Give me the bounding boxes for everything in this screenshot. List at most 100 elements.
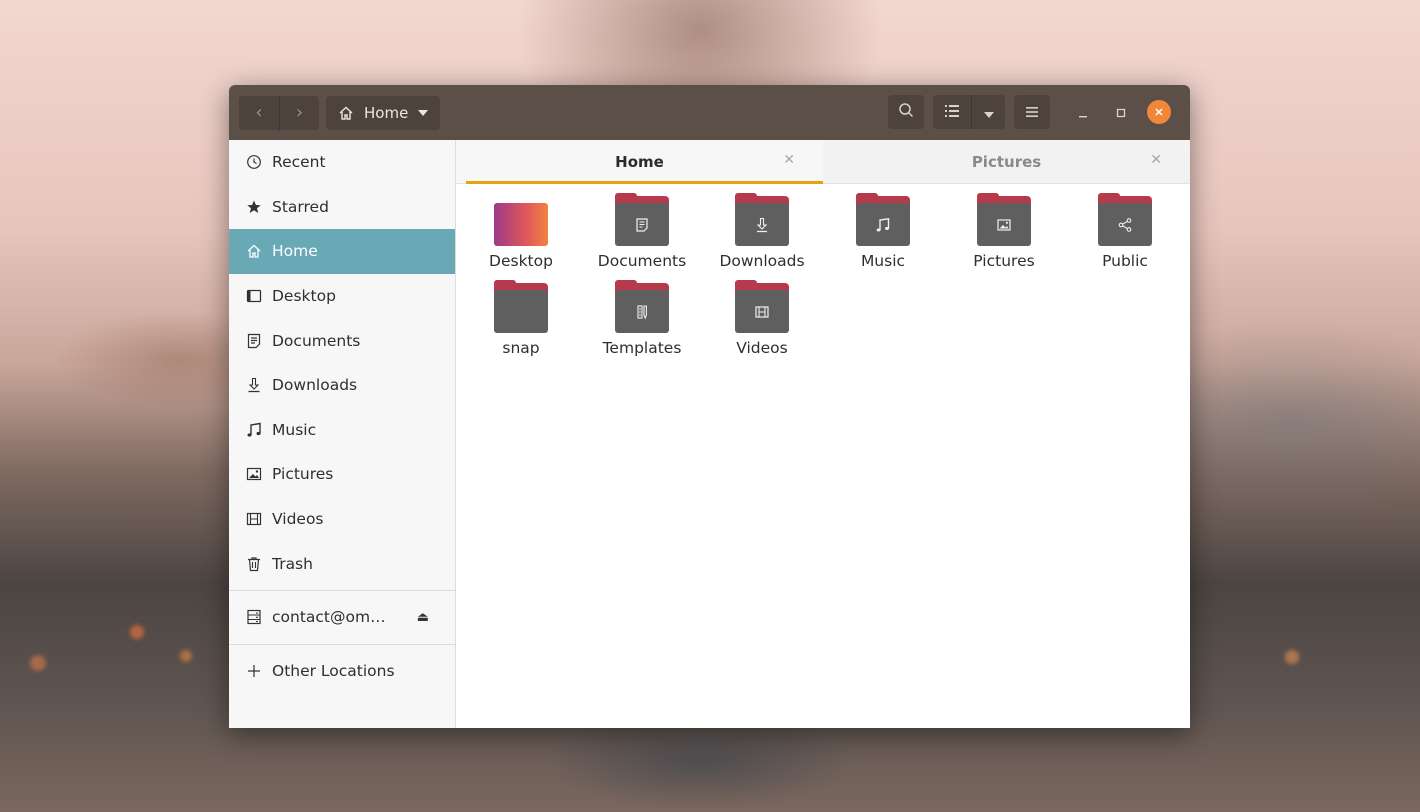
clock-icon — [245, 153, 263, 171]
file-label: Templates — [602, 339, 682, 357]
file-grid: Desktop Documents Downloads Music Pictur… — [456, 184, 1190, 357]
tab-bar: Home ✕ Pictures ✕ — [456, 140, 1190, 184]
maximize-button[interactable] — [1102, 95, 1140, 129]
sidebar-item-label: Starred — [272, 197, 329, 216]
sidebar-item-label: Other Locations — [272, 661, 395, 680]
sidebar-item-label: Home — [272, 242, 318, 261]
sidebar-item-label: contact@om… — [272, 608, 386, 627]
document-icon — [245, 332, 263, 350]
bokeh-light — [30, 655, 46, 671]
file-item-snap[interactable]: snap — [466, 280, 576, 357]
search-button[interactable] — [888, 95, 924, 129]
bokeh-light — [130, 625, 144, 639]
caret-down-icon — [418, 109, 429, 116]
search-icon — [898, 102, 914, 122]
file-label: Music — [860, 252, 906, 270]
sidebar-item-label: Trash — [272, 554, 313, 573]
tab-label: Pictures — [971, 152, 1042, 171]
file-item-templates[interactable]: Templates — [587, 280, 697, 357]
file-item-desktop[interactable]: Desktop — [466, 196, 576, 270]
list-view-button[interactable] — [933, 95, 971, 129]
sidebar-item-other-locations[interactable]: Other Locations — [229, 649, 455, 694]
sidebar-item-label: Music — [272, 420, 317, 439]
file-item-pictures[interactable]: Pictures — [949, 193, 1059, 270]
file-item-downloads[interactable]: Downloads — [707, 193, 817, 270]
download-icon — [245, 376, 263, 394]
caret-down-icon — [983, 103, 994, 122]
maximize-icon — [1116, 103, 1126, 122]
close-icon — [1147, 100, 1171, 124]
sidebar-item-recent[interactable]: Recent — [229, 140, 455, 185]
file-item-videos[interactable]: Videos — [707, 280, 817, 357]
tab-label: Home — [615, 152, 664, 171]
video-icon — [245, 510, 263, 528]
file-item-public[interactable]: Public — [1070, 193, 1180, 270]
sidebar-item-desktop[interactable]: Desktop — [229, 274, 455, 319]
minimize-button[interactable] — [1064, 95, 1102, 129]
file-label: snap — [502, 339, 540, 357]
download-icon — [735, 193, 789, 246]
sidebar-item-home[interactable]: Home — [229, 229, 455, 274]
file-label: Documents — [597, 252, 687, 270]
sidebar-item-videos[interactable]: Videos — [229, 497, 455, 542]
sidebar-separator — [229, 589, 455, 591]
bokeh-light — [1285, 650, 1299, 664]
sidebar-item-trash[interactable]: Trash — [229, 541, 455, 586]
sidebar-item-music[interactable]: Music — [229, 408, 455, 453]
chevron-left-icon: ‹ — [255, 102, 263, 123]
home-icon — [338, 105, 354, 121]
toolbar-right — [888, 95, 1178, 129]
picture-icon — [977, 193, 1031, 246]
music-icon — [245, 421, 263, 439]
file-item-music[interactable]: Music — [828, 193, 938, 270]
sidebar-item-downloads[interactable]: Downloads — [229, 363, 455, 408]
music-icon — [856, 193, 910, 246]
forward-button[interactable]: › — [279, 95, 319, 130]
sidebar-item-starred[interactable]: Starred — [229, 185, 455, 230]
close-button[interactable] — [1140, 95, 1178, 129]
tab-pictures[interactable]: Pictures ✕ — [823, 140, 1190, 183]
server-icon — [245, 608, 263, 626]
back-button[interactable]: ‹ — [239, 96, 279, 130]
sidebar-item-label: Pictures — [272, 465, 334, 484]
sidebar-item-pictures[interactable]: Pictures — [229, 452, 455, 497]
folder-icon — [494, 280, 548, 333]
file-label: Videos — [736, 339, 788, 357]
desktop-icon — [245, 287, 263, 305]
list-icon — [944, 103, 960, 122]
sidebar-item-network-drive[interactable]: contact@om… ⏏ — [229, 595, 455, 640]
path-bar-home-button[interactable]: Home — [326, 95, 441, 130]
sidebar-item-label: Recent — [272, 153, 326, 172]
sidebar-item-documents[interactable]: Documents — [229, 318, 455, 363]
view-options-button[interactable] — [971, 95, 1005, 129]
close-tab-icon[interactable]: ✕ — [783, 152, 795, 168]
file-item-documents[interactable]: Documents — [587, 193, 697, 270]
close-tab-icon[interactable]: ✕ — [1150, 152, 1162, 168]
document-icon — [615, 193, 669, 246]
video-icon — [735, 280, 789, 333]
content-area: Home ✕ Pictures ✕ Desktop Documents Down… — [456, 140, 1190, 728]
template-icon — [615, 280, 669, 333]
sidebar-separator — [229, 643, 455, 645]
sidebar: Recent Starred Home Desktop Documents Do… — [229, 140, 456, 728]
navigation-buttons: ‹ › — [239, 95, 319, 130]
desktop-folder-icon — [494, 196, 548, 246]
trash-icon — [245, 555, 263, 573]
hamburger-icon — [1025, 103, 1039, 122]
sidebar-item-label: Desktop — [272, 287, 336, 306]
file-label: Pictures — [973, 252, 1035, 270]
file-label: Public — [1102, 252, 1148, 270]
menu-button[interactable] — [1014, 95, 1050, 129]
sidebar-item-label: Documents — [272, 331, 361, 350]
file-label: Downloads — [719, 252, 805, 270]
eject-icon[interactable]: ⏏ — [417, 610, 429, 625]
sidebar-item-label: Videos — [272, 510, 324, 529]
tab-home[interactable]: Home ✕ — [456, 140, 823, 184]
file-manager-window: ‹ › Home Recent Starred Home Desktop Doc… — [229, 85, 1190, 728]
plus-icon — [245, 662, 263, 680]
view-switcher — [933, 95, 1005, 129]
share-icon — [1098, 193, 1152, 246]
home-icon — [245, 242, 263, 260]
bokeh-light — [180, 650, 192, 662]
file-label: Desktop — [489, 252, 553, 270]
